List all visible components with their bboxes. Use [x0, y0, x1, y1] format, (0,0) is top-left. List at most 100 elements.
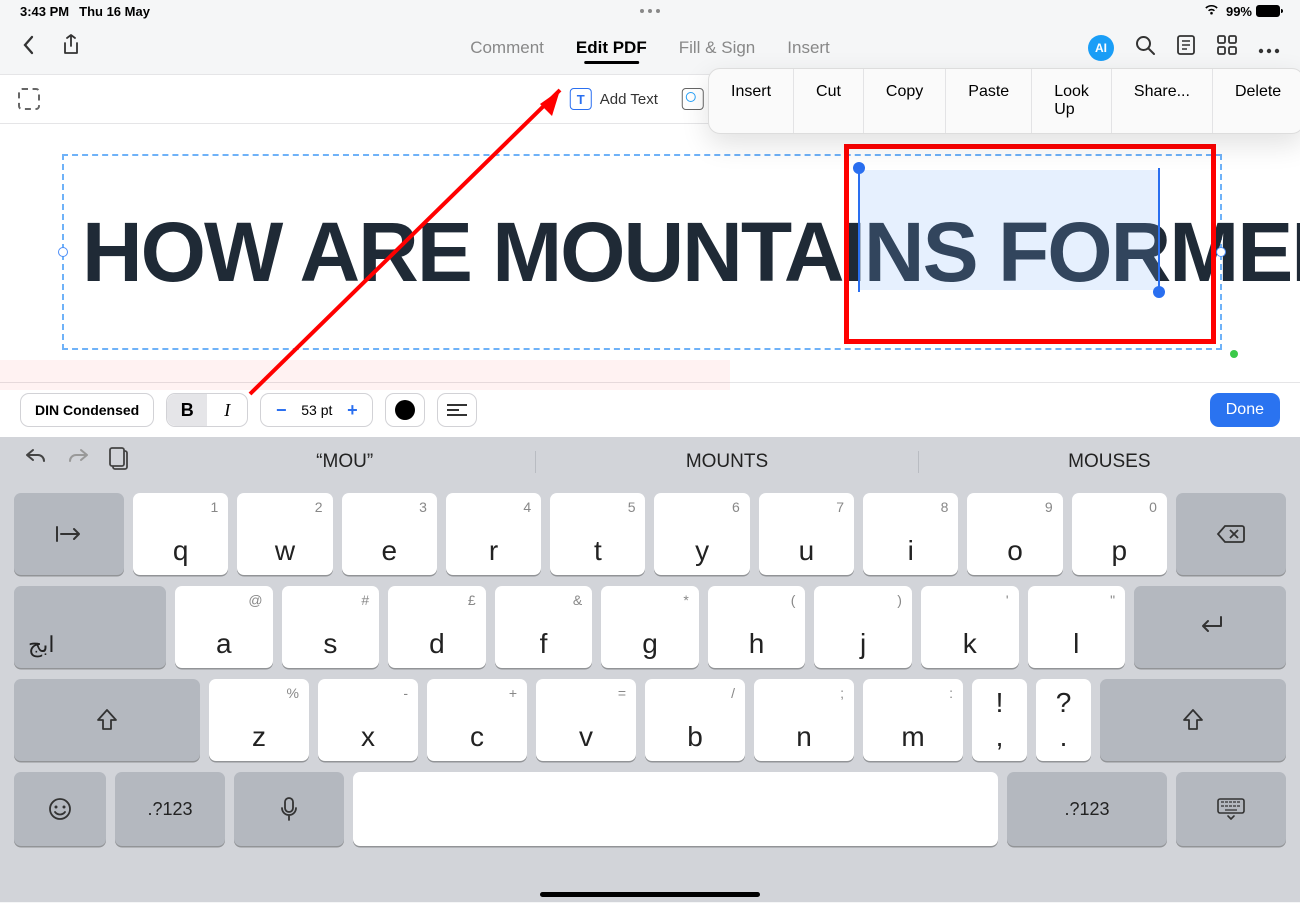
search-icon[interactable]	[1134, 34, 1156, 62]
share-icon[interactable]	[62, 34, 80, 62]
key-row-2: ابج @a #s £d &f *g (h )j 'k "l	[14, 586, 1286, 668]
key-h[interactable]: (h	[708, 586, 806, 668]
suggestion-3[interactable]: MOUSES	[918, 451, 1300, 473]
text-format-bar: DIN Condensed B I − 53 pt + Done	[0, 382, 1300, 437]
dismiss-keyboard-key[interactable]	[1176, 772, 1286, 846]
key-question-period[interactable]: ?.	[1036, 679, 1091, 761]
key-f[interactable]: &f	[495, 586, 593, 668]
cm-delete[interactable]: Delete	[1213, 69, 1300, 133]
main-toolbar: Comment Edit PDF Fill & Sign Insert AI	[0, 22, 1300, 74]
cm-share[interactable]: Share...	[1112, 69, 1213, 133]
key-u[interactable]: 7u	[759, 493, 854, 575]
onscreen-keyboard: “MOU” MOUNTS MOUSES 1q 2w 3e 4r 5t 6y 7u…	[0, 437, 1300, 902]
cm-lookup[interactable]: Look Up	[1032, 69, 1112, 133]
home-indicator[interactable]	[540, 892, 760, 897]
selection-end-caret[interactable]	[1158, 168, 1160, 292]
key-exclaim-comma[interactable]: !,	[972, 679, 1027, 761]
annotation-arrow	[240, 64, 580, 404]
more-icon[interactable]	[1258, 37, 1280, 60]
emoji-key[interactable]	[14, 772, 106, 846]
document-canvas[interactable]: HOW ARE MOUNTAINS FORMED?	[0, 124, 1300, 382]
page-view-icon[interactable]	[1176, 34, 1196, 62]
grid-icon[interactable]	[1216, 34, 1238, 62]
textbox-left-handle[interactable]	[58, 247, 68, 257]
ai-badge[interactable]: AI	[1088, 35, 1114, 61]
key-l[interactable]: "l	[1028, 586, 1126, 668]
key-row-4: .?123 .?123	[14, 772, 1286, 846]
key-w[interactable]: 2w	[237, 493, 332, 575]
key-j[interactable]: )j	[814, 586, 912, 668]
return-icon	[1195, 612, 1225, 643]
key-y[interactable]: 6y	[654, 493, 749, 575]
size-value: 53 pt	[297, 402, 336, 418]
undo-icon[interactable]	[24, 447, 48, 477]
cm-cut[interactable]: Cut	[794, 69, 864, 133]
key-e[interactable]: 3e	[342, 493, 437, 575]
tab-edit-pdf[interactable]: Edit PDF	[576, 38, 647, 58]
numbers-key-right[interactable]: .?123	[1007, 772, 1167, 846]
tab-fill-sign[interactable]: Fill & Sign	[679, 38, 756, 58]
selection-tool-icon[interactable]	[18, 88, 40, 110]
selection-start-caret[interactable]	[858, 168, 860, 292]
selection-start-handle[interactable]	[853, 162, 865, 174]
key-v[interactable]: =v	[536, 679, 636, 761]
bold-italic-group: B I	[166, 393, 248, 427]
space-key[interactable]	[353, 772, 998, 846]
status-bar: 3:43 PM Thu 16 May 99%	[0, 0, 1300, 22]
tab-comment[interactable]: Comment	[470, 38, 544, 58]
key-row-3: %z -x +c =v /b ;n :m !, ?.	[14, 679, 1286, 761]
key-q[interactable]: 1q	[133, 493, 228, 575]
image-icon	[682, 88, 704, 110]
key-b[interactable]: /b	[645, 679, 745, 761]
key-r[interactable]: 4r	[446, 493, 541, 575]
add-text-button[interactable]: T Add Text	[570, 88, 658, 110]
text-selection-highlight	[858, 170, 1158, 290]
done-button[interactable]: Done	[1210, 393, 1280, 427]
key-c[interactable]: +c	[427, 679, 527, 761]
cm-insert[interactable]: Insert	[709, 69, 794, 133]
key-g[interactable]: *g	[601, 586, 699, 668]
battery-pct: 99%	[1226, 4, 1252, 19]
key-m[interactable]: :m	[863, 679, 963, 761]
return-key[interactable]	[1134, 586, 1286, 668]
add-text-label: Add Text	[600, 91, 658, 108]
tab-key[interactable]	[14, 493, 124, 575]
key-p[interactable]: 0p	[1072, 493, 1167, 575]
suggestion-row: “MOU” MOUNTS MOUSES	[0, 437, 1300, 487]
back-icon[interactable]	[20, 35, 36, 61]
key-x[interactable]: -x	[318, 679, 418, 761]
key-o[interactable]: 9o	[967, 493, 1062, 575]
cm-paste[interactable]: Paste	[946, 69, 1032, 133]
selection-end-handle[interactable]	[1153, 286, 1165, 298]
key-z[interactable]: %z	[209, 679, 309, 761]
key-k[interactable]: 'k	[921, 586, 1019, 668]
key-t[interactable]: 5t	[550, 493, 645, 575]
suggestion-1[interactable]: “MOU”	[154, 451, 535, 473]
status-time: 3:43 PM	[20, 4, 69, 19]
shift-key-right[interactable]	[1100, 679, 1286, 761]
key-a[interactable]: @a	[175, 586, 273, 668]
shift-key-left[interactable]	[14, 679, 200, 761]
key-s[interactable]: #s	[282, 586, 380, 668]
font-family-button[interactable]: DIN Condensed	[20, 393, 154, 427]
wifi-icon	[1203, 3, 1220, 19]
text-context-menu: Insert Cut Copy Paste Look Up Share... D…	[708, 68, 1300, 134]
key-d[interactable]: £d	[388, 586, 486, 668]
battery-indicator: 99%	[1226, 4, 1280, 19]
backspace-key[interactable]	[1176, 493, 1286, 575]
numbers-key-left[interactable]: .?123	[115, 772, 225, 846]
multitask-handle[interactable]	[640, 9, 660, 13]
bold-button[interactable]: B	[167, 394, 207, 426]
suggestion-2[interactable]: MOUNTS	[535, 451, 917, 473]
cm-copy[interactable]: Copy	[864, 69, 946, 133]
textbox-right-handle[interactable]	[1216, 247, 1226, 257]
redo-icon[interactable]	[66, 447, 90, 477]
tab-insert[interactable]: Insert	[787, 38, 830, 58]
textbox-rotate-handle[interactable]	[1230, 350, 1238, 358]
key-n[interactable]: ;n	[754, 679, 854, 761]
lang-key[interactable]: ابج	[14, 586, 166, 668]
mic-key[interactable]	[234, 772, 344, 846]
key-row-1: 1q 2w 3e 4r 5t 6y 7u 8i 9o 0p	[14, 493, 1286, 575]
clipboard-icon[interactable]	[108, 447, 130, 477]
key-i[interactable]: 8i	[863, 493, 958, 575]
